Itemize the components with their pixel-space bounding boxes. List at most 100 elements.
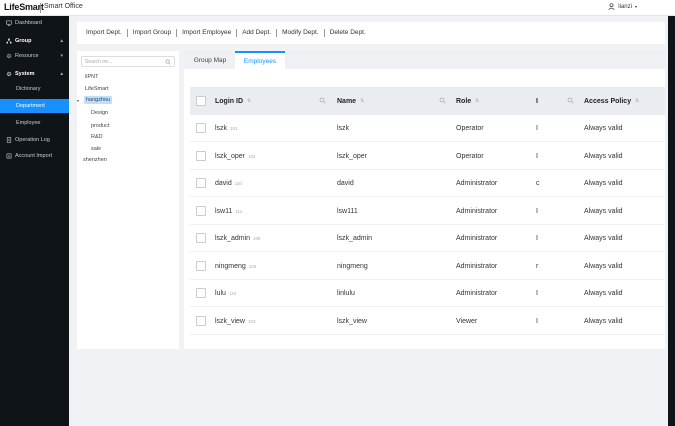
cell-login-id-text: lszk: [215, 125, 228, 132]
sidebar-item-group[interactable]: Group ▴: [0, 34, 69, 48]
user-menu[interactable]: lianzi ▾: [608, 3, 637, 10]
toolbar: Import Dept. Import Group Import Employe…: [77, 22, 665, 44]
cell-user-id: 110: [234, 181, 242, 186]
tree-node-shenzhen[interactable]: shenzhen: [83, 157, 107, 163]
delete-dept-button[interactable]: Delete Dept.: [325, 29, 371, 37]
row-checkbox[interactable]: [196, 178, 206, 188]
search-icon[interactable]: [567, 97, 574, 104]
modify-dept-button[interactable]: Modify Dept.: [277, 29, 325, 37]
cell-name: lszk_oper: [337, 143, 367, 170]
select-all-checkbox[interactable]: [196, 96, 206, 106]
cell-truncated-text: I: [536, 152, 538, 160]
row-checkbox[interactable]: [196, 205, 206, 216]
import-icon: [6, 153, 12, 159]
caret-down-icon[interactable]: ▾: [77, 98, 79, 103]
chevron-up-icon: ▴: [60, 38, 63, 44]
tree-node-rd[interactable]: R&D: [91, 134, 103, 140]
table-header: Login ID ⇅ Name ⇅ Role ⇅ I Access Policy ⇅: [190, 87, 665, 115]
cell-login-id-text: lszk_view: [215, 317, 245, 325]
import-employee-button[interactable]: Import Employee: [177, 29, 238, 37]
column-header-access-policy[interactable]: Access Policy ⇅: [584, 87, 639, 115]
add-dept-button[interactable]: Add Dept.: [237, 29, 278, 37]
cell-name: lszk_view: [337, 308, 367, 335]
import-group-button[interactable]: Import Group: [128, 29, 178, 37]
table-row[interactable]: david 110 david Administrator c Always valid: [190, 170, 665, 197]
search-icon[interactable]: [439, 97, 446, 104]
cell-truncated-text: I: [536, 290, 538, 297]
cell-user-id: 109: [253, 236, 261, 241]
settings-icon: [6, 71, 12, 77]
table-row[interactable]: lszk_oper 104 lszk_oper Operator I Always val…: [190, 143, 665, 170]
table-row[interactable]: lszk_view 103 lszk_view Viewer I Always valid: [190, 308, 665, 335]
cell-name-text: linlulu: [337, 290, 355, 297]
sidebar-item-dashboard[interactable]: Dashboard: [0, 16, 69, 30]
row-checkbox[interactable]: [196, 123, 206, 133]
column-header-role[interactable]: Role ⇅: [456, 87, 479, 115]
sidebar-item-label: Dictionary: [16, 86, 41, 92]
cell-truncated: I: [536, 115, 538, 142]
cell-truncated: I: [536, 308, 538, 335]
cell-role-text: Administrator: [456, 180, 498, 187]
tree-node-ilpnt[interactable]: ilPNT: [85, 74, 98, 80]
row-checkbox[interactable]: [196, 315, 206, 326]
header-label: I: [536, 97, 538, 105]
cell-name-text: lsw111: [337, 207, 358, 215]
sidebar-item-dictionary[interactable]: Dictionary: [0, 82, 69, 96]
cell-name: linlulu: [337, 280, 355, 307]
cell-login-id: david 110: [215, 170, 242, 197]
column-header-truncated[interactable]: I: [536, 87, 538, 115]
sort-icon[interactable]: ⇅: [635, 98, 639, 104]
cell-name: lszk_admin: [337, 225, 372, 252]
sort-icon[interactable]: ⇅: [360, 98, 364, 104]
tab-bar: Group Map Employees: [184, 51, 665, 69]
header-label: Login ID: [215, 97, 243, 105]
sort-icon[interactable]: ⇅: [247, 98, 251, 104]
monitor-icon: [6, 20, 12, 26]
cell-login-id-text: lulu: [215, 290, 226, 297]
sidebar-item-employee[interactable]: Employee: [0, 116, 69, 130]
cell-role: Operator: [456, 115, 484, 142]
sidebar-item-account-import[interactable]: Account Import: [0, 149, 69, 163]
column-header-name[interactable]: Name ⇅: [337, 87, 364, 115]
cell-truncated: r: [536, 253, 538, 280]
cell-access-policy-text: Always valid: [584, 290, 623, 297]
sidebar: Dashboard Group ▴ Resource ▾ System ▴ Di…: [0, 16, 69, 426]
row-checkbox[interactable]: [196, 260, 206, 271]
sidebar-item-label: Department: [16, 103, 45, 109]
sidebar-item-system[interactable]: System ▴: [0, 67, 69, 81]
tab-group-map[interactable]: Group Map: [186, 51, 234, 69]
brand-logo: LifeSmart: [4, 2, 44, 12]
table-row[interactable]: ningmeng 102 ningmeng Administrator r Always …: [190, 253, 665, 280]
import-dept-button[interactable]: Import Dept.: [81, 29, 128, 37]
cell-user-id: 103: [247, 318, 256, 324]
tab-employees[interactable]: Employees: [235, 51, 285, 69]
sidebar-item-department[interactable]: Department: [0, 99, 69, 113]
cell-truncated-text: I: [536, 207, 538, 215]
table-row[interactable]: lsw11 111 lsw111 Administrator I Always valid: [190, 198, 665, 225]
tree-node-design[interactable]: Design: [91, 110, 108, 116]
tree-node-hangzhou[interactable]: hangzhou: [84, 96, 113, 104]
tree-search-input[interactable]: Search tre...: [81, 56, 175, 67]
row-checkbox[interactable]: [196, 288, 206, 298]
sort-icon[interactable]: ⇅: [475, 98, 479, 104]
column-header-login-id[interactable]: Login ID ⇅: [215, 87, 251, 115]
tree-node-sale[interactable]: sale: [91, 146, 101, 152]
search-icon[interactable]: [319, 97, 326, 104]
sidebar-item-resource[interactable]: Resource ▾: [0, 49, 69, 63]
cell-role-text: Administrator: [456, 290, 498, 297]
table-row[interactable]: lszk 101 lszk Operator I Always valid: [190, 115, 665, 142]
row-checkbox[interactable]: [196, 150, 206, 161]
table-row[interactable]: lulu 124 linlulu Administrator I Always valid: [190, 280, 665, 307]
sidebar-item-label: Account Import: [15, 153, 52, 159]
cell-truncated: I: [536, 225, 538, 252]
search-icon: [165, 59, 171, 65]
cell-access-policy-text: Always valid: [584, 317, 623, 325]
cell-login-id: lszk_view 103: [215, 308, 255, 335]
row-checkbox[interactable]: [196, 233, 206, 243]
sidebar-item-operation-log[interactable]: Operation Log: [0, 133, 69, 147]
table-row[interactable]: lszk_admin 109 lszk_admin Administrator I Alw…: [190, 225, 665, 252]
sidebar-item-label: Resource: [15, 53, 39, 59]
tree-node-product[interactable]: product: [91, 123, 109, 129]
cell-user-id: 102: [248, 263, 257, 269]
tree-node-lifesmart[interactable]: LifeSmart: [85, 86, 109, 92]
